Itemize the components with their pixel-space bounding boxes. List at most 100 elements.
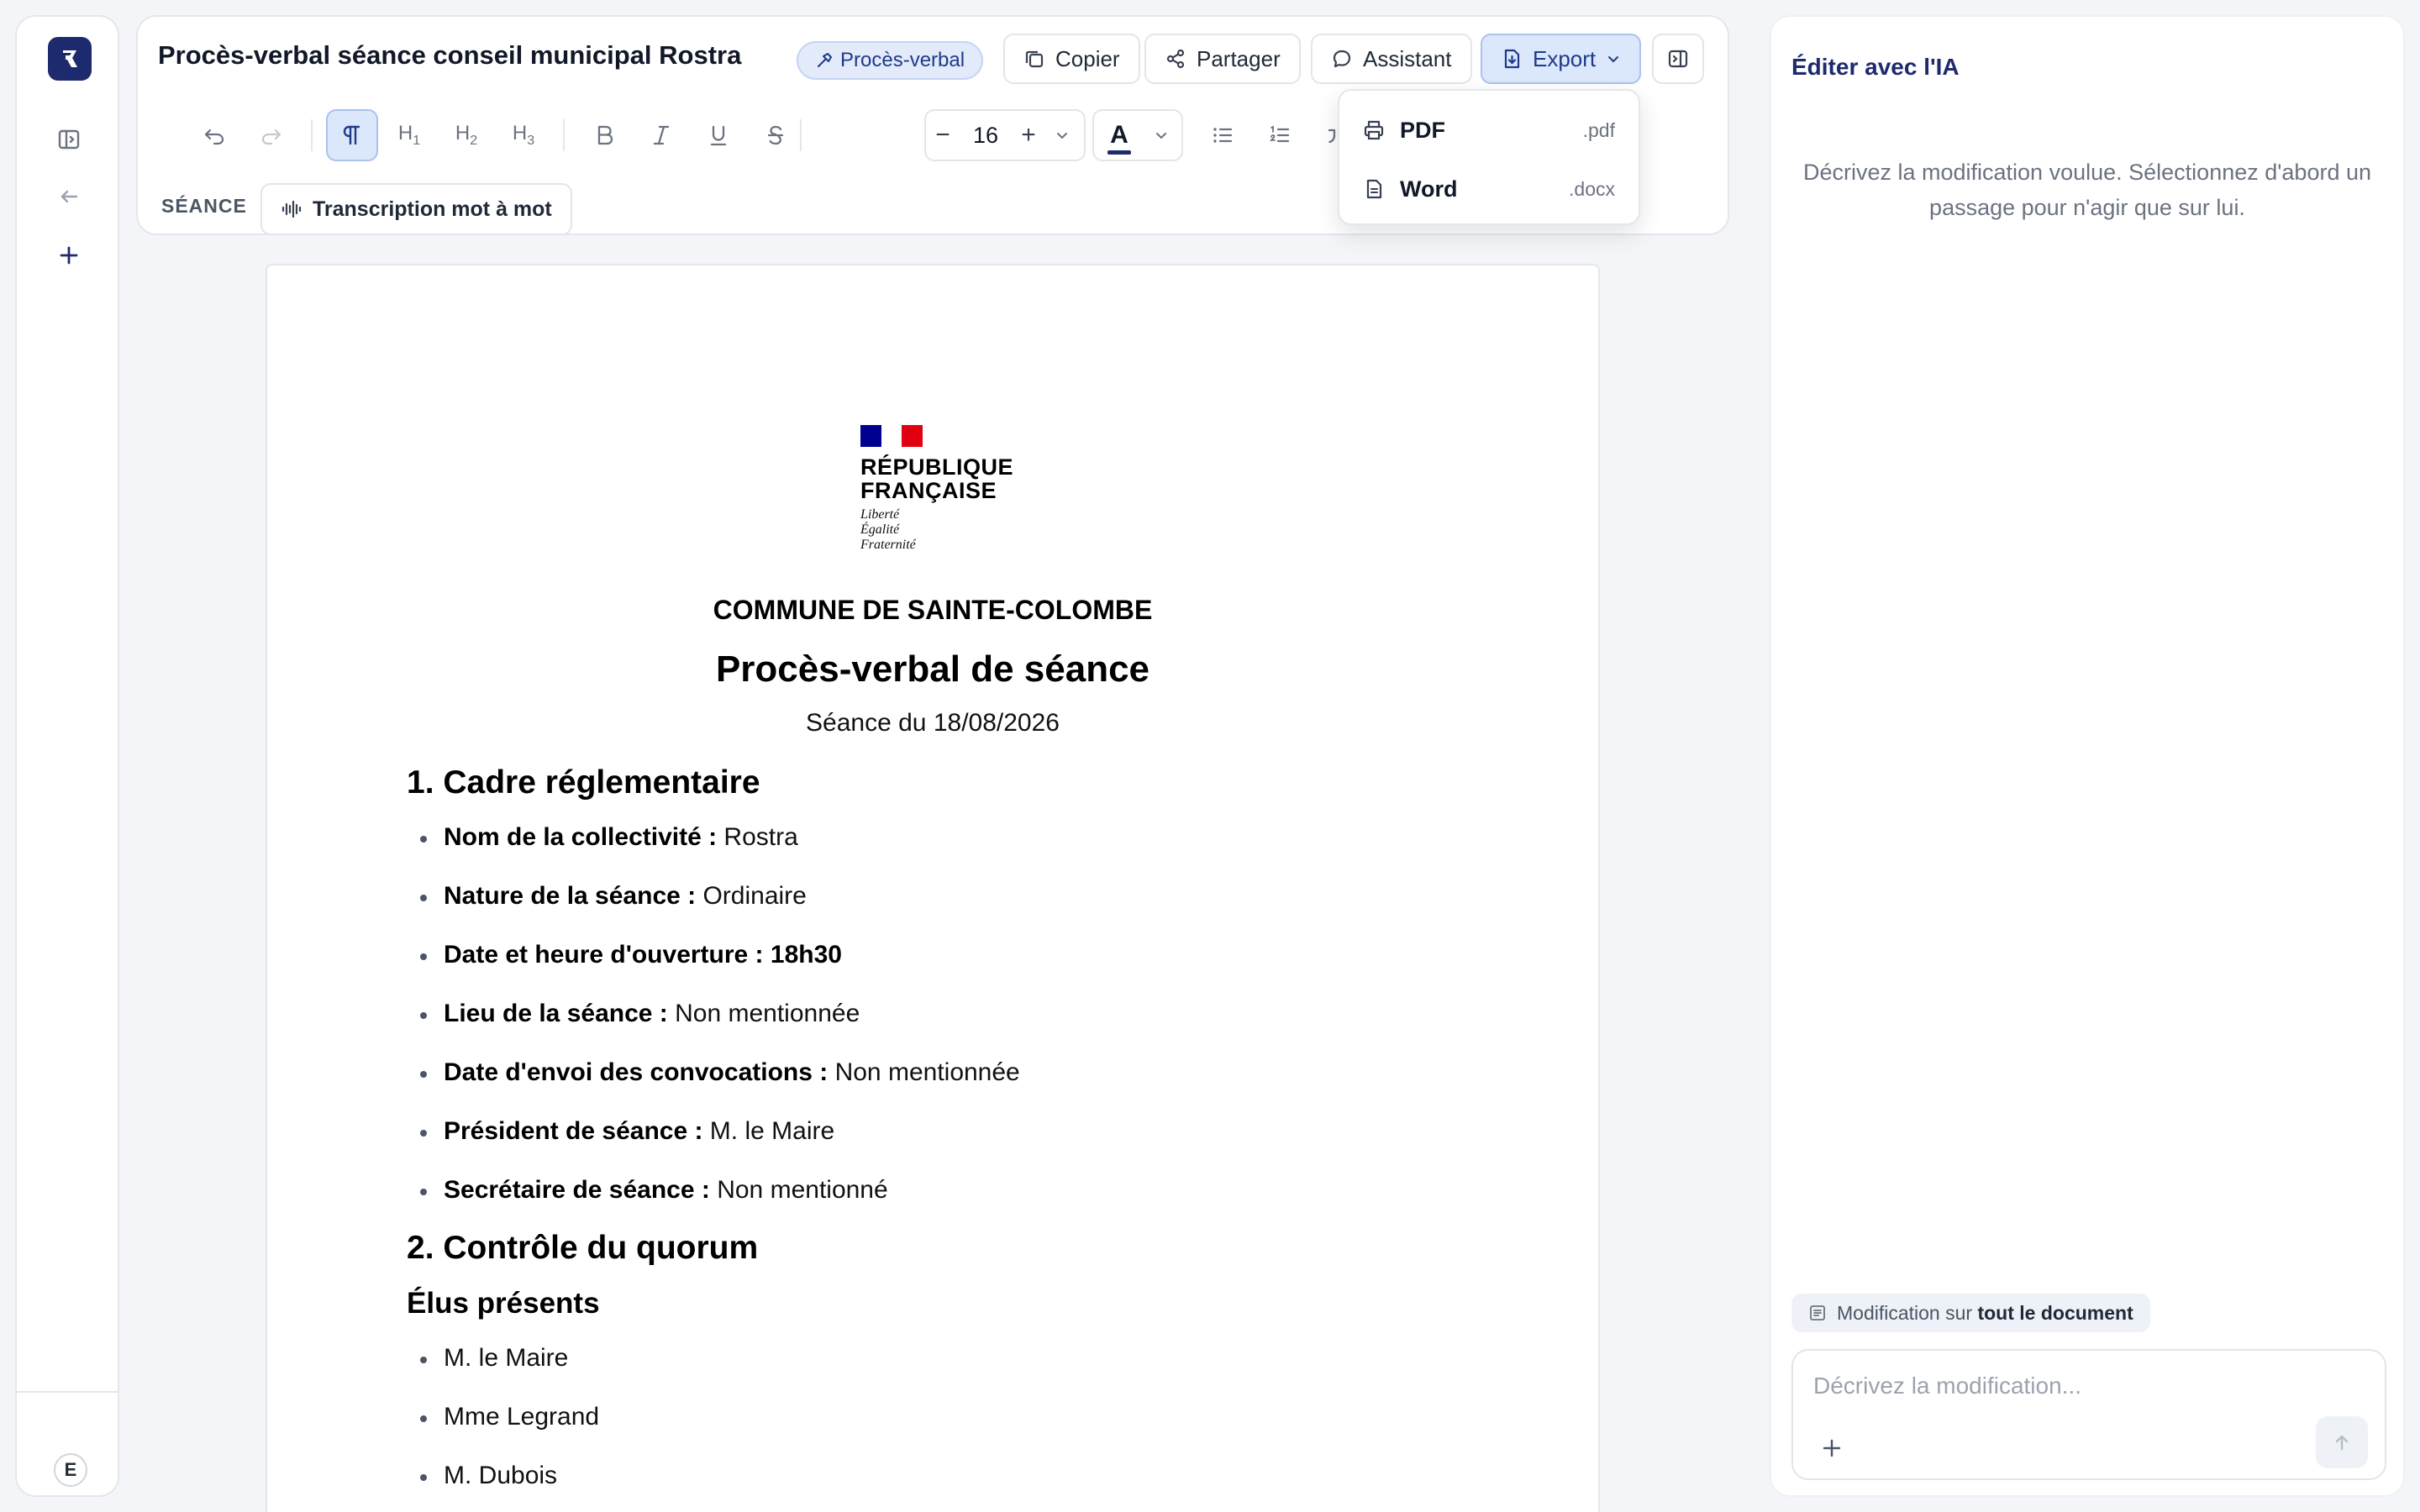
printer-icon [1363, 119, 1392, 141]
section-1-heading: 1. Cadre réglementaire [407, 764, 760, 801]
bold-button[interactable] [578, 109, 630, 161]
copy-icon [1025, 50, 1044, 68]
user-avatar[interactable]: E [54, 1453, 87, 1487]
devise: Liberté Égalité Fraternité [860, 507, 1028, 553]
heading-2-glyph: H2 [455, 122, 478, 148]
redo-button[interactable] [245, 109, 297, 161]
export-pdf-label: PDF [1400, 117, 1445, 143]
edit-scope-chip[interactable]: Modification sur tout le document [1791, 1294, 2150, 1332]
list-item: Lieu de la séance : Non mentionnée [419, 1000, 860, 1027]
flag-white [881, 425, 902, 447]
document-heading: Procès-verbal de séance [715, 648, 1150, 690]
present-members-heading: Élus présents [407, 1287, 600, 1320]
flag-blue [860, 425, 881, 447]
italic-button[interactable] [635, 109, 687, 161]
underline-icon [710, 125, 727, 146]
text-color-dropdown-button[interactable] [1144, 129, 1178, 142]
share-icon [1166, 49, 1185, 69]
list-item: Président de séance : M. le Maire [419, 1117, 835, 1145]
document-type-tag[interactable]: Procès-verbal [797, 41, 984, 80]
ai-panel-hint: Décrivez la modification voulue. Sélecti… [1802, 160, 2372, 220]
back-button[interactable] [50, 178, 87, 215]
undo-icon [204, 129, 224, 145]
copy-label: Copier [1055, 45, 1120, 71]
list-item: Nom de la collectivité : Rostra [420, 823, 798, 851]
plus-icon [60, 246, 78, 265]
share-button[interactable]: Partager [1144, 34, 1301, 84]
underline-button[interactable] [692, 109, 744, 161]
list-item: M. Dubois [419, 1462, 558, 1489]
chevron-down-icon [1156, 133, 1166, 139]
rail-divider [17, 1391, 118, 1393]
app-logo[interactable] [48, 37, 92, 81]
waveform-icon [281, 200, 302, 218]
devise-3: Fraternité [860, 538, 916, 552]
scope-document-icon [1810, 1305, 1825, 1320]
tricolor-flag-icon [860, 425, 923, 447]
hammer-icon [818, 53, 832, 67]
pilcrow-icon [343, 125, 360, 145]
heading-1-button[interactable]: H1 [383, 109, 435, 161]
strikethrough-icon [767, 125, 784, 145]
font-size-dropdown-button[interactable] [1045, 129, 1079, 142]
document-title[interactable]: Procès-verbal séance conseil municipal R… [158, 40, 741, 71]
sidebar-panel-icon [58, 129, 80, 150]
session-date: Séance du 18/08/2026 [806, 709, 1060, 737]
font-size-increase-button[interactable]: + [1012, 121, 1045, 150]
devise-1: Liberté [860, 507, 900, 522]
paragraph-button[interactable] [326, 109, 378, 161]
list-item: Secrétaire de séance : Non mentionné [420, 1176, 888, 1204]
plus-icon [1823, 1439, 1841, 1457]
text-color-control[interactable]: A [1092, 109, 1183, 161]
toggle-ai-panel-button[interactable] [1652, 34, 1704, 84]
font-size-control: − 16 + [924, 109, 1086, 161]
panel-right-icon [1668, 50, 1688, 68]
export-word-label: Word [1400, 176, 1458, 202]
numbered-list-icon [1270, 125, 1290, 143]
export-label: Export [1533, 45, 1597, 71]
numbered-list-button[interactable] [1254, 109, 1306, 161]
logo-line-2: FRANÇAISE [860, 478, 997, 503]
toolbar-divider [1181, 119, 1183, 151]
assistant-button[interactable]: Assistant [1311, 34, 1472, 84]
font-size-decrease-button[interactable]: − [926, 121, 960, 150]
devise-2: Égalité [860, 522, 900, 537]
transcript-button[interactable]: Transcription mot à mot [260, 183, 572, 235]
toggle-sidebar-button[interactable] [50, 121, 87, 158]
toolbar-divider [311, 119, 313, 151]
ai-prompt-input[interactable] [1813, 1368, 2351, 1404]
document-page[interactable]: RÉPUBLIQUE FRANÇAISE Liberté Égalité Fra… [266, 264, 1600, 1512]
share-label: Partager [1197, 45, 1281, 71]
republique-francaise-logo: RÉPUBLIQUE FRANÇAISE Liberté Égalité Fra… [860, 425, 1028, 553]
strikethrough-button[interactable] [750, 109, 802, 161]
bullet-list-button[interactable] [1197, 109, 1249, 161]
logo-icon [63, 50, 77, 67]
arrow-up-icon [2335, 1435, 2349, 1451]
copy-button[interactable]: Copier [1003, 34, 1140, 84]
export-pdf-item[interactable]: PDF .pdf [1339, 101, 1639, 160]
document-type-label: Procès-verbal [840, 49, 965, 71]
list-item: Nature de la séance : Ordinaire [420, 882, 807, 910]
export-word-item[interactable]: Word .docx [1339, 160, 1639, 218]
attach-button[interactable] [1815, 1431, 1849, 1465]
chevron-down-icon [1608, 56, 1619, 63]
heading-3-button[interactable]: H3 [497, 109, 550, 161]
toolbar-divider [800, 119, 802, 151]
commune-name: COMMUNE DE SAINTE-COLOMBE [713, 595, 1153, 625]
undo-button[interactable] [188, 109, 240, 161]
flag-red [902, 425, 923, 447]
italic-icon [653, 125, 670, 145]
bold-icon [597, 125, 613, 145]
list-item: Date d'envoi des convocations : Non ment… [420, 1058, 1020, 1086]
chat-bubble-icon [1333, 50, 1351, 68]
send-button[interactable] [2316, 1416, 2368, 1468]
chevron-down-icon [1057, 133, 1067, 139]
new-document-button[interactable] [50, 237, 87, 274]
list-item: Date et heure d'ouverture : 18h30 [420, 941, 842, 969]
font-size-value[interactable]: 16 [960, 123, 1012, 149]
left-rail: E [15, 15, 119, 1497]
heading-2-button[interactable]: H2 [440, 109, 492, 161]
export-button[interactable]: Export [1481, 34, 1642, 84]
ai-panel-title: Éditer avec l'IA [1791, 54, 1960, 80]
file-export-icon [1504, 49, 1520, 69]
